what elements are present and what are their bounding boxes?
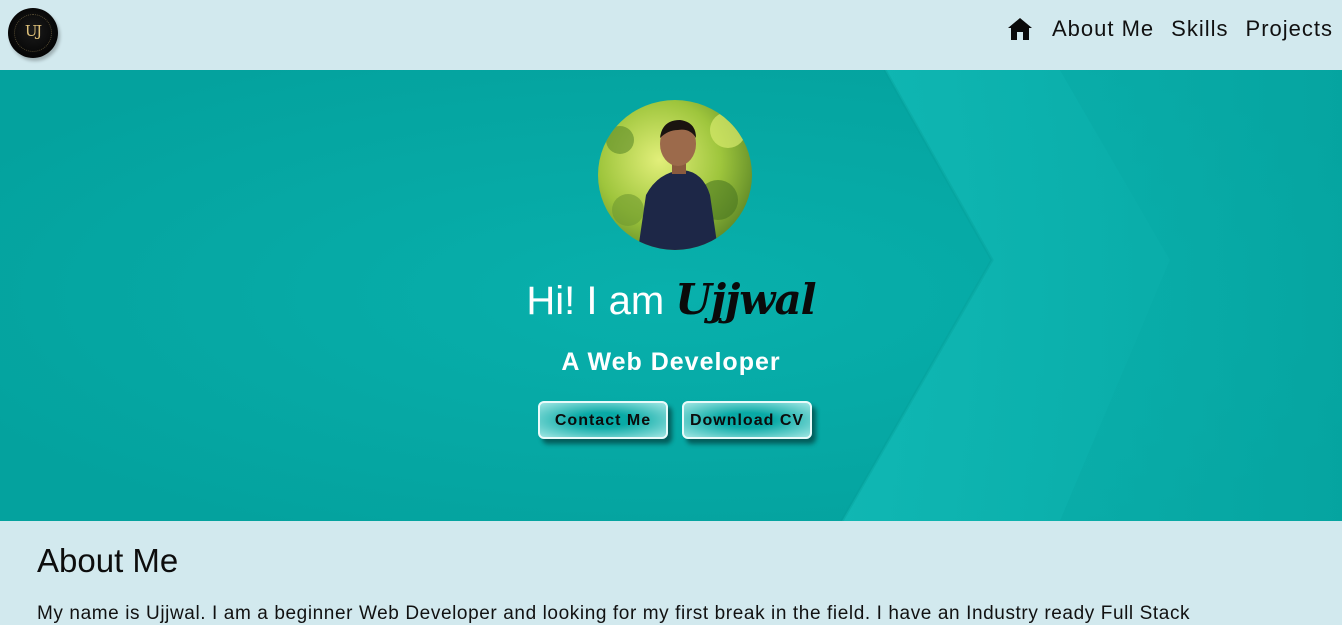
greeting: Hi! I am — [526, 279, 665, 323]
logo[interactable]: UJ — [8, 8, 58, 58]
nav-links: About Me Skills Projects — [1007, 14, 1333, 44]
about-text: My name is Ujjwal. I am a beginner Web D… — [37, 603, 1191, 624]
avatar — [598, 100, 752, 250]
hero-title: Hi! I am Ujjwal — [0, 276, 1342, 325]
nav-link-skills[interactable]: Skills — [1171, 16, 1228, 42]
contact-me-button[interactable]: Contact Me — [538, 401, 668, 439]
nav-link-about-me[interactable]: About Me — [1052, 16, 1154, 42]
home-icon[interactable] — [1007, 16, 1033, 42]
hero-name: Ujjwal — [675, 275, 816, 324]
navbar: UJ About Me Skills Projects — [0, 0, 1342, 70]
hero-subtitle: A Web Developer — [561, 348, 781, 376]
about-heading: About Me — [37, 542, 179, 579]
logo-text: UJ — [24, 22, 42, 40]
nav-link-projects[interactable]: Projects — [1246, 16, 1333, 42]
download-cv-button[interactable]: Download CV — [682, 401, 812, 439]
hero-section: Hi! I am Ujjwal A Web Developer Contact … — [0, 70, 1342, 521]
